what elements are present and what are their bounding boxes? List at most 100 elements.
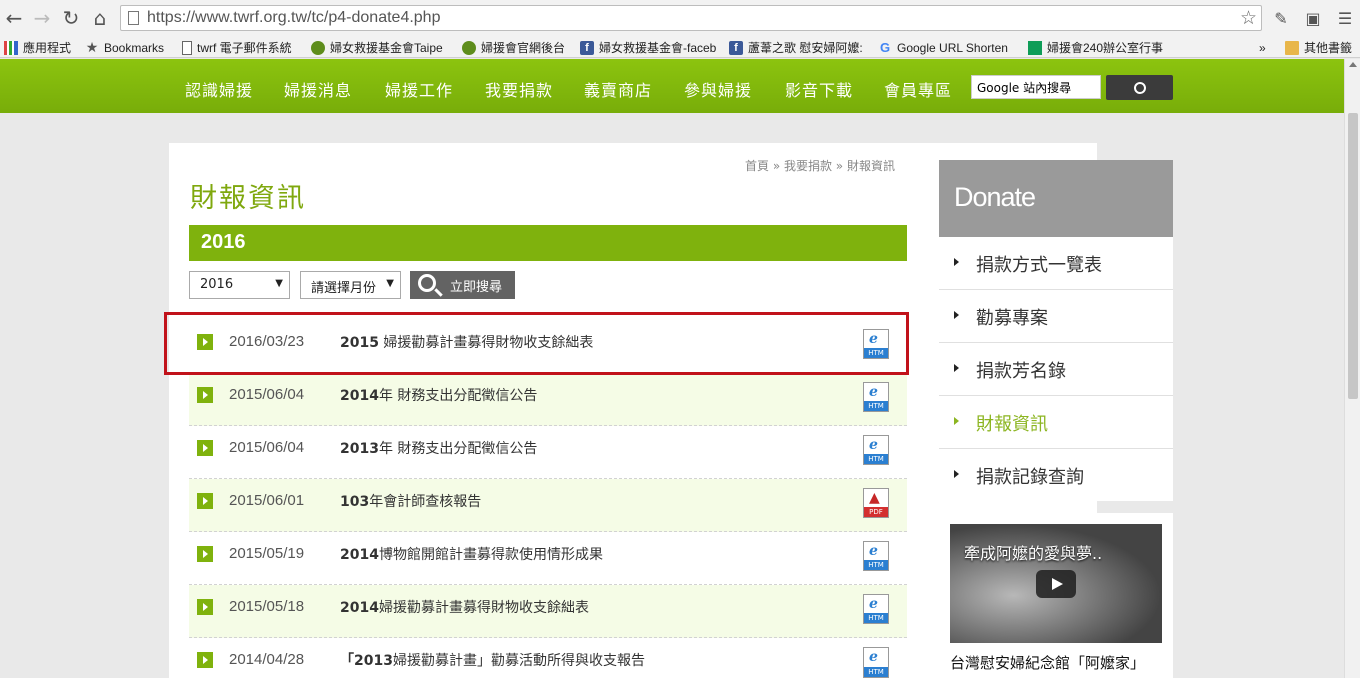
back-icon[interactable]: ← — [0, 4, 28, 32]
page-icon — [182, 40, 192, 55]
document-date: 2015/06/04 — [229, 386, 305, 403]
htm-file-icon[interactable]: e HTM — [863, 435, 889, 465]
extension-icon[interactable]: ▣ — [1302, 7, 1324, 29]
video-title: 牽成阿嬤的愛與夢.. — [964, 544, 1103, 563]
month-select[interactable]: 請選擇月份 ▼ — [300, 271, 401, 299]
scroll-up-icon[interactable] — [1349, 62, 1357, 67]
bookmark-item[interactable]: 婦援會240辦公室行事 — [1028, 39, 1165, 56]
document-row[interactable]: 2015/06/04 2013年 財務支出分配徵信公告 e HTM — [189, 426, 907, 479]
page-title: 財報資訊 — [190, 183, 306, 214]
filter-search-label: 立即搜尋 — [450, 279, 503, 295]
bookmarks-overflow[interactable]: » — [1259, 39, 1266, 56]
bullet-arrow-icon — [197, 334, 213, 350]
url-text: https://www.twrf.org.tw/tc/p4-donate4.ph… — [147, 9, 441, 26]
nav-item[interactable]: 義賣商店 — [584, 77, 652, 101]
document-title[interactable]: 2014年 財務支出分配徵信公告 — [340, 385, 537, 405]
year-select-value: 2016 — [200, 277, 234, 292]
document-row[interactable]: 2015/05/19 2014博物館開館計畫募得款使用情形成果 e HTM — [189, 532, 907, 585]
site-search-button[interactable] — [1106, 75, 1173, 100]
document-row[interactable]: 2016/03/23 2015 婦援勸募計畫募得財物收支餘絀表 e HTM — [189, 320, 907, 373]
document-title[interactable]: 2013年 財務支出分配徵信公告 — [340, 438, 537, 458]
document-title[interactable]: 2014婦援勸募計畫募得財物收支餘絀表 — [340, 597, 589, 617]
htm-file-icon[interactable]: e HTM — [863, 647, 889, 678]
nav-item[interactable]: 會員專區 — [884, 77, 952, 101]
sidebar-heading: Donate — [939, 160, 1173, 237]
document-row[interactable]: 2015/06/04 2014年 財務支出分配徵信公告 e HTM — [189, 373, 907, 426]
document-date: 2016/03/23 — [229, 333, 305, 350]
bullet-arrow-icon — [197, 599, 213, 615]
menu-icon[interactable]: ☰ — [1334, 7, 1356, 29]
document-title[interactable]: 2014博物館開館計畫募得款使用情形成果 — [340, 544, 603, 564]
facebook-icon: f — [580, 40, 594, 55]
bullet-arrow-icon — [197, 387, 213, 403]
bookmark-item[interactable]: 其他書籤 — [1285, 39, 1352, 56]
browser-toolbar: ← → ↻ ⌂ https://www.twrf.org.tw/tc/p4-do… — [0, 0, 1360, 36]
bullet-arrow-icon — [197, 493, 213, 509]
htm-file-icon[interactable]: e HTM — [863, 382, 889, 412]
nav-item[interactable]: 婦援工作 — [385, 77, 453, 101]
bookmark-item[interactable]: ★ Bookmarks — [85, 39, 164, 56]
nav-item[interactable]: 影音下載 — [785, 77, 853, 101]
nav-item[interactable]: 我要捐款 — [485, 77, 553, 101]
document-row[interactable]: 2015/05/18 2014婦援勸募計畫募得財物收支餘絀表 e HTM — [189, 585, 907, 638]
folder-icon — [1285, 40, 1299, 55]
bookmark-item[interactable]: 應用程式 — [4, 39, 71, 56]
facebook-icon: f — [729, 40, 743, 55]
sidebar-item[interactable]: 勸募專案 — [939, 290, 1173, 343]
document-title[interactable]: 2015 婦援勸募計畫募得財物收支餘絀表 — [340, 332, 593, 352]
document-title[interactable]: 103年會計師查核報告 — [340, 491, 481, 511]
scroll-thumb[interactable] — [1348, 113, 1358, 399]
year-heading: 2016 — [189, 225, 907, 261]
bookmark-item[interactable]: f 蘆葦之歌 慰安婦阿嬤: — [729, 39, 866, 56]
bookmark-item[interactable]: 婦女救援基金會Taipe — [311, 39, 449, 56]
video-card: 牽成阿嬤的愛與夢.. 台灣慰安婦紀念館「阿嬤家」 — [939, 513, 1173, 678]
bullet-arrow-icon — [197, 546, 213, 562]
nav-item[interactable]: 認識婦援 — [185, 77, 253, 101]
site-search-input[interactable]: Google 站內搜尋 — [971, 75, 1101, 99]
bookmark-item[interactable]: f 婦女救援基金會-faceb — [580, 39, 716, 56]
document-row[interactable]: 2014/04/28 「2013婦援勸募計畫」勸募活動所得與收支報告 e HTM — [189, 638, 907, 678]
nav-item[interactable]: 參與婦援 — [684, 77, 752, 101]
bookmark-item[interactable]: twrf 電子郵件系統 — [182, 39, 292, 56]
document-row[interactable]: 2015/06/01 103年會計師查核報告 ▲ PDF — [189, 479, 907, 532]
htm-file-icon[interactable]: e HTM — [863, 594, 889, 624]
bookmark-item[interactable]: 婦援會官網後台 — [462, 39, 565, 56]
dropdown-arrow-icon: ▼ — [275, 278, 283, 289]
reload-icon[interactable]: ↻ — [57, 4, 85, 32]
video-caption[interactable]: 台灣慰安婦紀念館「阿嬤家」 — [950, 652, 1145, 673]
forward-icon[interactable]: → — [28, 4, 56, 32]
bookmarks-bar: 應用程式 ★ Bookmarks twrf 電子郵件系統 婦女救援基金會Taipe… — [0, 36, 1360, 58]
pdf-file-icon[interactable]: ▲ PDF — [863, 488, 889, 518]
video-thumbnail[interactable]: 牽成阿嬤的愛與夢.. — [950, 524, 1162, 643]
bullet-arrow-icon — [197, 440, 213, 456]
htm-file-icon[interactable]: e HTM — [863, 329, 889, 359]
apps-icon — [4, 40, 18, 55]
home-icon[interactable]: ⌂ — [86, 4, 114, 32]
breadcrumb[interactable]: 首頁 » 我要捐款 » 財報資訊 — [745, 157, 895, 174]
triangle-right-icon — [954, 364, 959, 372]
google-icon: G — [879, 40, 891, 55]
bookmark-star-icon[interactable]: ☆ — [1240, 7, 1257, 30]
twrf-icon — [311, 40, 325, 55]
page-icon — [128, 11, 139, 25]
magnifier-icon — [418, 274, 436, 292]
triangle-right-icon — [954, 417, 959, 425]
htm-file-icon[interactable]: e HTM — [863, 541, 889, 571]
page-scrollbar[interactable] — [1344, 59, 1360, 678]
address-bar[interactable]: https://www.twrf.org.tw/tc/p4-donate4.ph… — [120, 5, 1262, 31]
sidebar-item[interactable]: 捐款芳名錄 — [939, 343, 1173, 396]
bookmark-item[interactable]: G Google URL Shorten — [878, 39, 1015, 56]
sidebar-item-active[interactable]: 財報資訊 — [939, 396, 1173, 449]
sidebar-item[interactable]: 捐款方式一覽表 — [939, 237, 1173, 290]
sidebar-item[interactable]: 捐款記錄查詢 — [939, 449, 1173, 502]
document-date: 2015/05/19 — [229, 545, 305, 562]
document-date: 2015/06/01 — [229, 492, 305, 509]
play-icon[interactable] — [1036, 570, 1076, 598]
bullet-arrow-icon — [197, 652, 213, 668]
extension-icon[interactable]: ✎ — [1270, 7, 1292, 29]
nav-item[interactable]: 婦援消息 — [284, 77, 352, 101]
year-select[interactable]: 2016 ▼ — [189, 271, 290, 299]
document-title[interactable]: 「2013婦援勸募計畫」勸募活動所得與收支報告 — [340, 650, 645, 670]
filter-search-button[interactable]: 立即搜尋 — [410, 271, 515, 299]
triangle-right-icon — [954, 258, 959, 266]
